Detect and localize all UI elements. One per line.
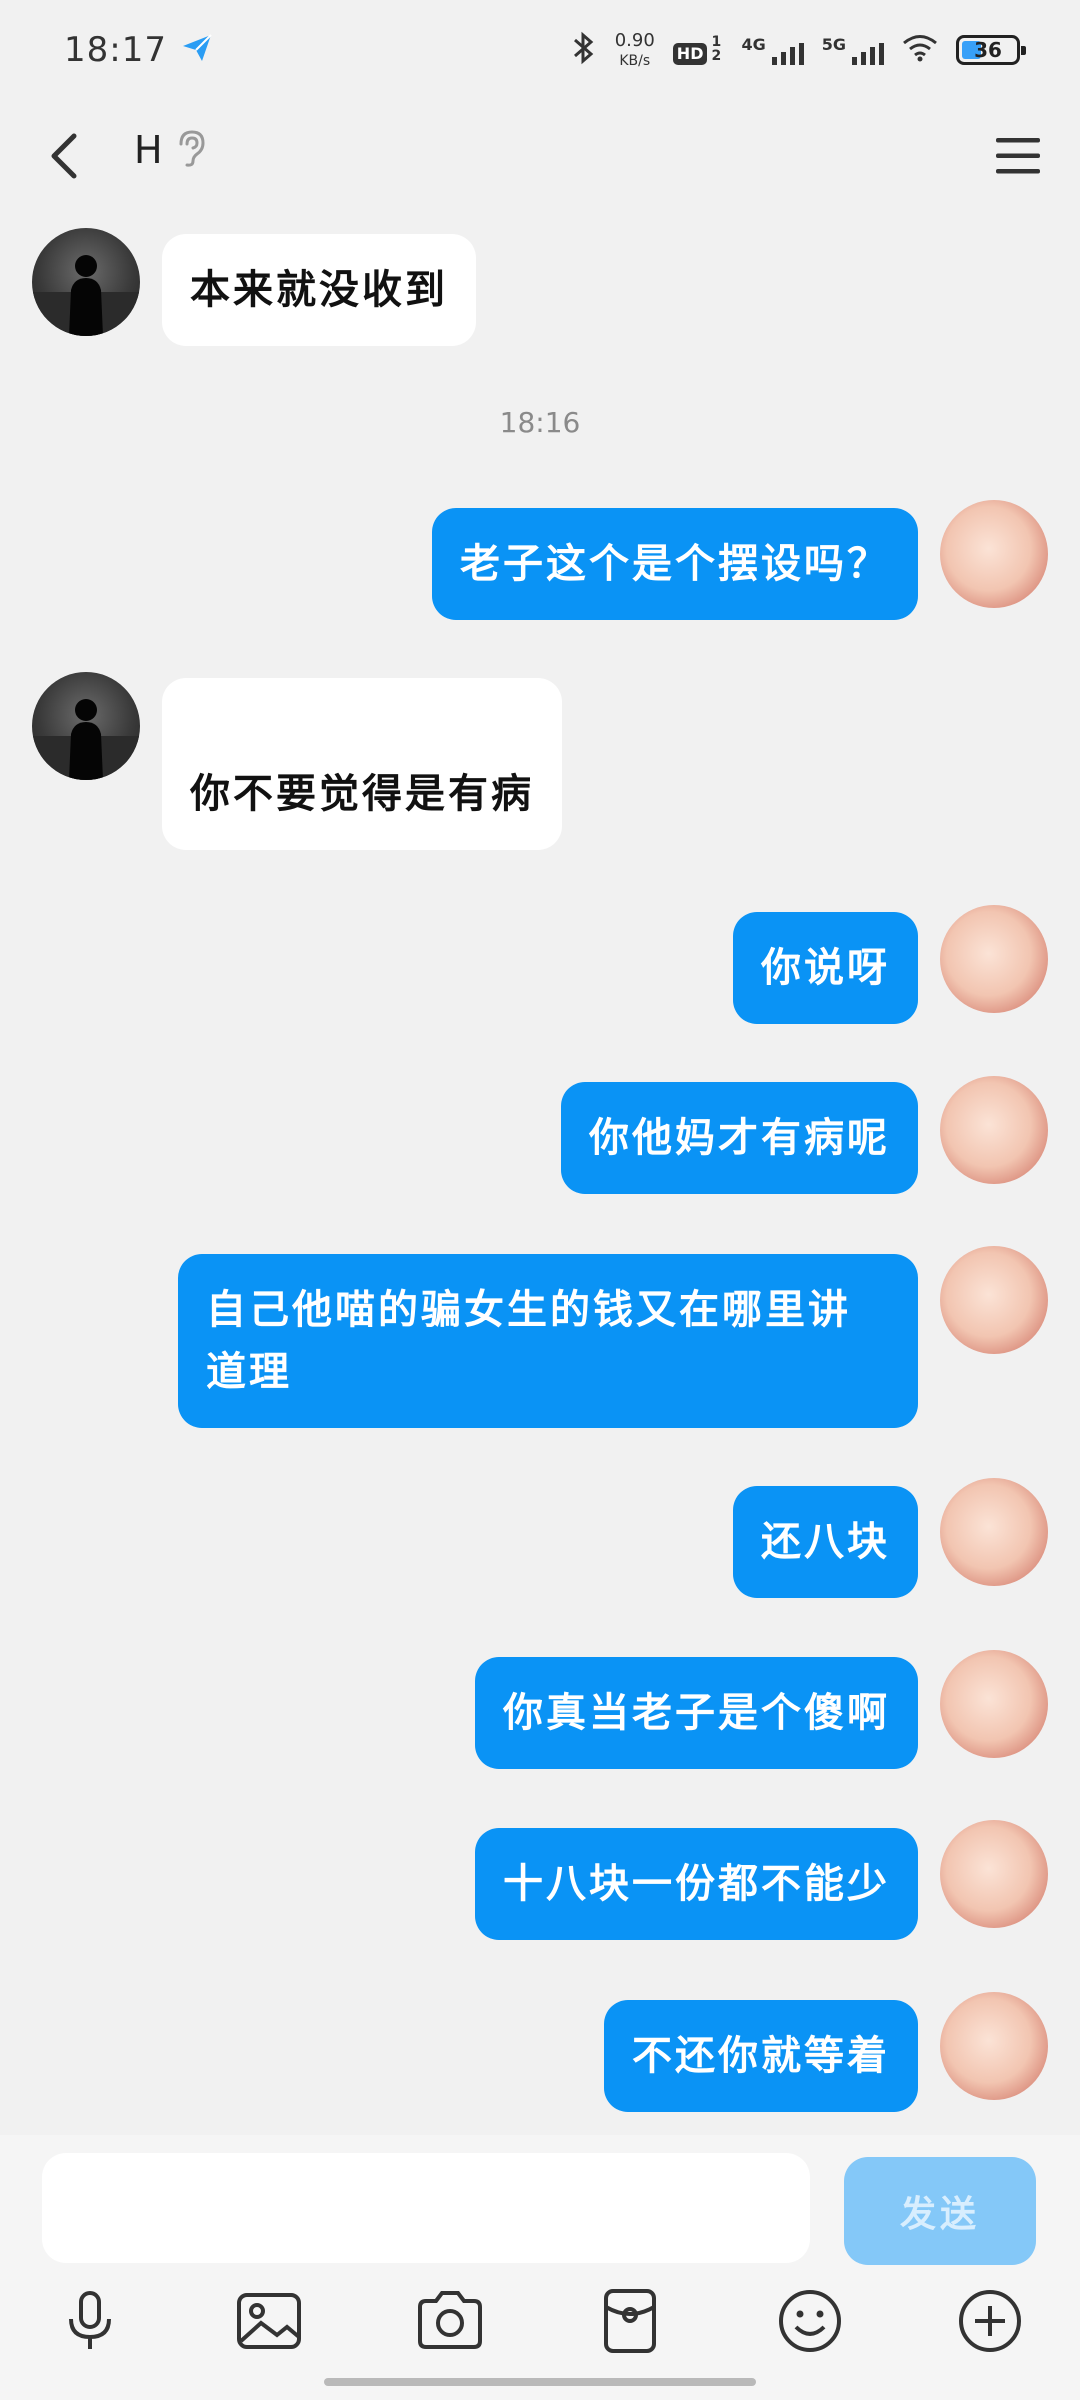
contact-avatar[interactable] <box>32 672 140 780</box>
chat-messages: 本来就没收到 18:16 老子这个是个摆设吗？ 你不要觉得是有病 你说呀 你他妈… <box>0 210 1080 2135</box>
plus-icon[interactable] <box>954 2285 1026 2357</box>
message-bubble-incoming[interactable]: 你不要觉得是有病 <box>162 678 562 850</box>
status-time: 18:17 <box>64 30 167 70</box>
network-speed: 0.90 KB/s <box>614 30 655 69</box>
message-bubble-outgoing[interactable]: 老子这个是个摆设吗？ <box>432 508 918 620</box>
signal-5g-label: 5G <box>821 35 846 54</box>
contact-name: H <box>134 128 163 172</box>
paper-plane-icon <box>181 32 213 68</box>
message-bubble-incoming[interactable]: 本来就没收到 <box>162 234 476 346</box>
emoji-icon[interactable] <box>774 2285 846 2357</box>
signal-5g-icon: 5G <box>822 35 884 65</box>
message-input[interactable] <box>42 2153 810 2263</box>
message-timestamp: 18:16 <box>499 406 581 439</box>
red-packet-icon[interactable] <box>594 2285 666 2357</box>
image-icon[interactable] <box>233 2285 305 2357</box>
message-bubble-outgoing[interactable]: 不还你就等着 <box>604 2000 918 2112</box>
status-right: 0.90 KB/s HD 1 2 4G 5G 36 <box>571 30 1026 69</box>
message-bubble-outgoing[interactable]: 还八块 <box>733 1486 918 1598</box>
message-bubble-outgoing[interactable]: 你他妈才有病呢 <box>561 1082 918 1194</box>
menu-icon[interactable] <box>990 128 1046 184</box>
my-avatar[interactable] <box>940 905 1048 1013</box>
signal-4g-icon: 4G <box>741 35 804 65</box>
message-bubble-outgoing[interactable]: 自己他喵的骗女生的钱又在哪里讲道理 <box>178 1254 918 1428</box>
my-avatar[interactable] <box>940 1076 1048 1184</box>
battery-level: 36 <box>974 38 1002 62</box>
my-avatar[interactable] <box>940 1992 1048 2100</box>
my-avatar[interactable] <box>940 1478 1048 1586</box>
back-arrow-icon[interactable] <box>36 126 96 186</box>
chat-header: H <box>0 100 1080 210</box>
signal-4g-label: 4G <box>741 35 766 54</box>
network-speed-unit: KB/s <box>619 53 651 69</box>
status-bar: 18:17 0.90 KB/s HD 1 2 4G 5G 36 <box>0 0 1080 100</box>
bluetooth-icon <box>571 31 597 69</box>
my-avatar[interactable] <box>940 1650 1048 1758</box>
input-toolbar <box>0 2285 1080 2365</box>
message-bubble-outgoing[interactable]: 你真当老子是个傻啊 <box>475 1657 918 1769</box>
my-avatar[interactable] <box>940 500 1048 608</box>
hd-badge: HD <box>672 43 708 65</box>
message-bubble-outgoing[interactable]: 十八块一份都不能少 <box>475 1828 918 1940</box>
my-avatar[interactable] <box>940 1246 1048 1354</box>
status-left: 18:17 <box>64 30 213 70</box>
input-area: 发送 <box>0 2135 1080 2400</box>
message-bubble-outgoing[interactable]: 你说呀 <box>733 912 918 1024</box>
contact-avatar[interactable] <box>32 228 140 336</box>
home-indicator[interactable] <box>324 2378 756 2386</box>
microphone-icon[interactable] <box>54 2285 126 2357</box>
battery-icon: 36 <box>956 35 1026 65</box>
hd-indicator: HD 1 2 <box>672 34 724 65</box>
ear-icon <box>175 128 207 172</box>
send-button[interactable]: 发送 <box>844 2157 1036 2265</box>
chat-title: H <box>134 128 207 172</box>
hd-sub: 1 2 <box>711 34 722 64</box>
my-avatar[interactable] <box>940 1820 1048 1928</box>
camera-icon[interactable] <box>414 2285 486 2357</box>
network-speed-value: 0.90 <box>614 30 655 51</box>
wifi-icon <box>902 34 938 66</box>
